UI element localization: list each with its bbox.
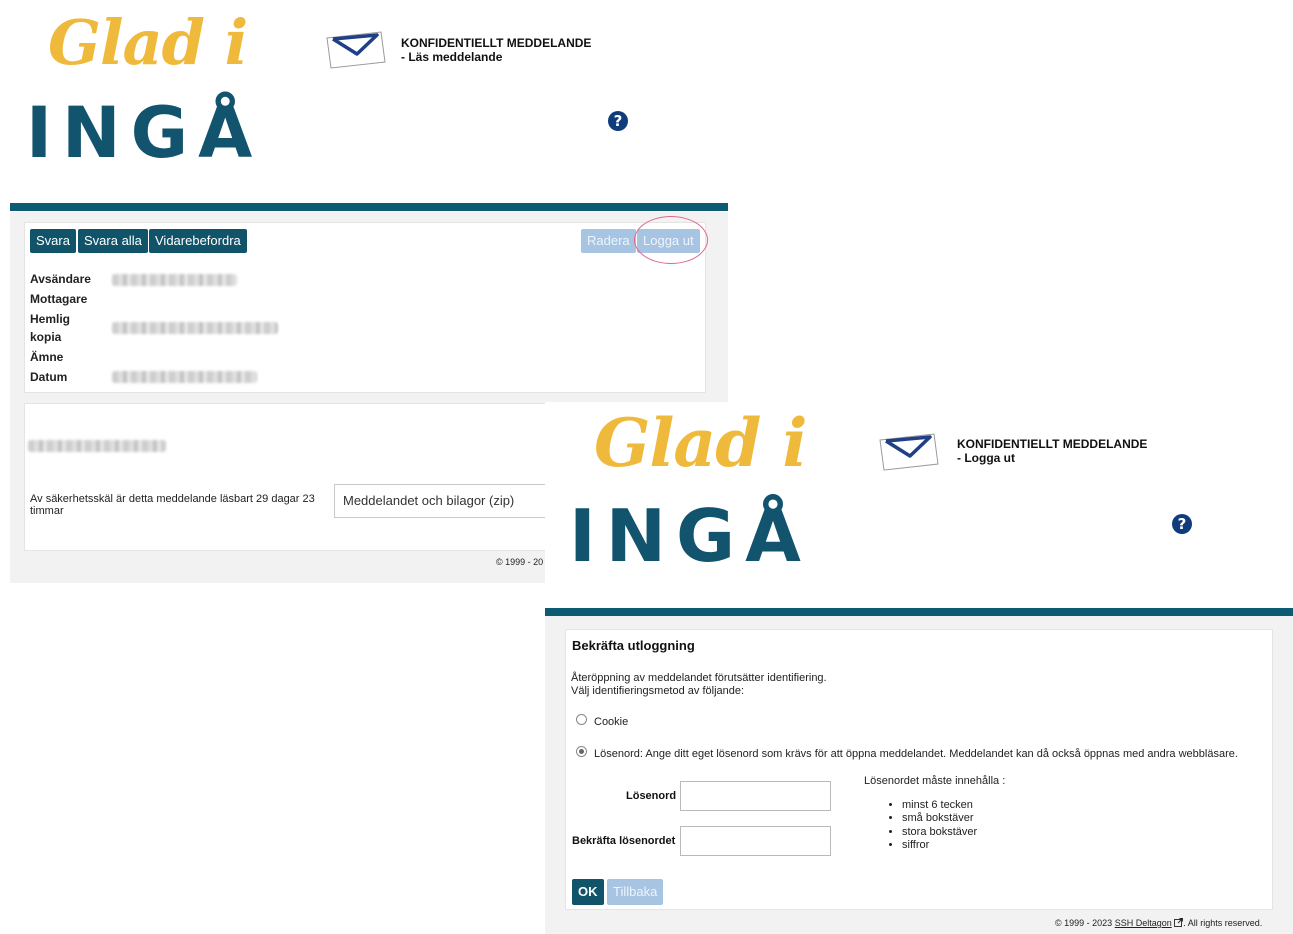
intro-line-1: Återöppning av meddelandet förutsätter i… (571, 672, 827, 684)
recipient-label: Mottagare (30, 292, 88, 306)
cookie-radio[interactable] (576, 714, 587, 725)
bcc-label-line2: kopia (30, 330, 62, 344)
forward-button[interactable]: Vidarebefordra (149, 229, 247, 253)
subject-label: Ämne (30, 350, 64, 364)
intro-line-2: Välj identifieringsmetod av följande: (571, 685, 745, 697)
password-radio[interactable] (576, 746, 587, 757)
logout-highlight-annotation (634, 216, 708, 264)
back-button[interactable]: Tillbaka (607, 879, 664, 905)
external-link-icon (1174, 918, 1184, 927)
ok-button[interactable]: OK (572, 879, 604, 905)
header-divider-2 (545, 608, 1293, 616)
reply-button[interactable]: Svara (30, 229, 76, 253)
requirements-list: minst 6 tecken små bokstäver stora bokst… (864, 799, 977, 853)
footer-rights-text: . All rights reserved. (1183, 918, 1263, 928)
requirements-title: Lösenordet måste innehålla : (864, 775, 1006, 787)
reply-all-button[interactable]: Svara alla (78, 229, 148, 253)
requirement-item: små bokstäver (902, 812, 977, 825)
confirm-password-label: Bekräfta lösenordet (572, 835, 676, 847)
sender-label: Avsändare (30, 272, 91, 286)
date-label: Datum (30, 370, 68, 384)
sender-value-redacted (112, 274, 237, 286)
date-value-redacted (112, 371, 257, 383)
message-toolbar: Svara Svara alla Vidarebefordra Radera L… (30, 229, 710, 253)
header-divider (10, 203, 728, 211)
header-title: KONFIDENTIELLT MEDDELANDE (401, 36, 592, 50)
password-input[interactable] (680, 781, 831, 811)
requirement-item: minst 6 tecken (902, 799, 977, 812)
logo-inga-text-2: INGÅ (569, 494, 811, 578)
envelope-icon (326, 31, 386, 69)
logo-inga-text: INGÅ (26, 92, 263, 174)
security-note: Av säkerhetsskäl är detta meddelande läs… (30, 493, 315, 517)
logo-glad-text-2: Glad i (594, 404, 807, 482)
header-subtitle-2: - Logga ut (957, 451, 1015, 465)
envelope-icon-2 (879, 433, 939, 471)
header-subtitle: - Läs meddelande (401, 50, 503, 64)
footer-copyright-2: © 1999 - 2023 SSH Deltagon . All rights … (1055, 918, 1262, 928)
password-label: Lösenord (626, 790, 677, 802)
footer-copyright-text: © 1999 - 2023 (1055, 918, 1113, 928)
footer-copyright: © 1999 - 20 (496, 557, 544, 567)
help-icon-2[interactable]: ? (1172, 514, 1192, 534)
attachment-download-select[interactable]: Meddelandet och bilagor (zip) (334, 484, 574, 518)
message-body-redacted (28, 440, 166, 452)
password-radio-label: Lösenord: Ange ditt eget lösenord som kr… (594, 748, 1238, 760)
header-title-2: KONFIDENTIELLT MEDDELANDE (957, 437, 1148, 451)
requirement-item: siffror (902, 839, 977, 852)
bcc-value-redacted (112, 322, 278, 334)
logo-glad-text: Glad i (48, 6, 248, 79)
delete-button[interactable]: Radera (581, 229, 636, 253)
ssh-deltagon-link[interactable]: SSH Deltagon (1115, 918, 1172, 928)
cookie-radio-label: Cookie (594, 716, 629, 728)
logout-heading: Bekräfta utloggning (572, 638, 695, 653)
help-icon[interactable]: ? (608, 111, 628, 131)
requirement-item: stora bokstäver (902, 826, 977, 839)
bcc-label-line1: Hemlig (30, 312, 71, 326)
confirm-password-input[interactable] (680, 826, 831, 856)
